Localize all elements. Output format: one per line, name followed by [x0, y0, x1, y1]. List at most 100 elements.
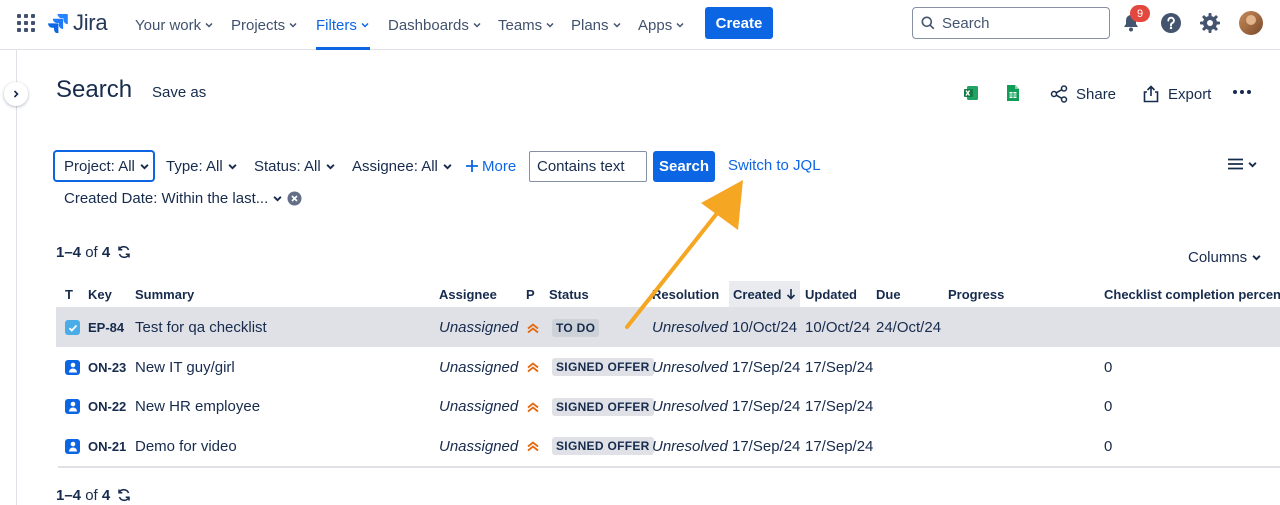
- column-header-status[interactable]: Status: [549, 287, 589, 302]
- chevron-down-icon: [1252, 255, 1261, 261]
- expand-sidebar-button[interactable]: [4, 82, 28, 106]
- nav-projects[interactable]: Projects: [231, 0, 297, 50]
- export-button[interactable]: Export: [1142, 83, 1211, 105]
- table-row[interactable]: ON-23 New IT guy/girl Unassigned SIGNED OFF…: [56, 348, 1280, 387]
- top-navigation: Jira Your work Projects Filters Dashboar…: [0, 0, 1280, 50]
- column-header-type[interactable]: T: [65, 287, 73, 302]
- column-header-assignee[interactable]: Assignee: [439, 287, 497, 302]
- status-cell: SIGNED OFFER: [552, 348, 654, 387]
- assignee-filter[interactable]: Assignee: All: [352, 150, 452, 182]
- nav-plans-label: Plans: [571, 16, 609, 34]
- columns-button[interactable]: Columns: [1188, 249, 1261, 266]
- status-filter-label: Status: All: [254, 157, 321, 175]
- nav-your-work[interactable]: Your work: [135, 0, 213, 50]
- jira-logo-icon: [48, 14, 68, 33]
- issue-key-link[interactable]: ON-22: [88, 387, 126, 426]
- issue-summary-link[interactable]: New HR employee: [135, 387, 260, 426]
- issue-summary-link[interactable]: New IT guy/girl: [135, 348, 235, 387]
- issue-type-cell: [65, 427, 80, 466]
- results-count-top: 1–4 of 4: [56, 243, 131, 261]
- chevron-down-icon: [443, 163, 452, 170]
- assignee-cell: Unassigned: [439, 437, 519, 455]
- notifications-badge: 9: [1130, 5, 1150, 22]
- column-header-checklist[interactable]: Checklist completion percenta: [1104, 287, 1280, 302]
- table-row[interactable]: ON-21 Demo for video Unassigned SIGNED OFFE…: [56, 427, 1280, 466]
- issue-key-link[interactable]: ON-21: [88, 427, 126, 466]
- project-filter[interactable]: Project: All: [53, 150, 155, 182]
- jira-logo-text: Jira: [73, 10, 108, 35]
- chevron-right-icon: [13, 90, 19, 98]
- help-button[interactable]: [1159, 11, 1183, 35]
- created-date-filter[interactable]: Created Date: Within the last...: [64, 189, 302, 207]
- switch-to-jql-link[interactable]: Switch to JQL: [728, 157, 821, 174]
- issue-key-link[interactable]: ON-23: [88, 348, 126, 387]
- export-sheets-button[interactable]: [1003, 83, 1023, 103]
- nav-apps-label: Apps: [638, 16, 673, 34]
- chevron-down-icon: [473, 22, 481, 28]
- help-icon: [1161, 13, 1181, 33]
- chevron-down-icon: [546, 22, 554, 28]
- column-header-key[interactable]: Key: [88, 287, 112, 302]
- nav-dashboards[interactable]: Dashboards: [388, 0, 481, 50]
- priority-cell: [526, 308, 540, 347]
- refresh-icon[interactable]: [117, 488, 131, 502]
- contains-text-placeholder: Contains text: [537, 158, 625, 175]
- results-total: 4: [101, 243, 111, 261]
- sidebar-divider: [16, 50, 17, 505]
- column-header-resolution[interactable]: Resolution: [652, 287, 719, 302]
- app-switcher-icon[interactable]: [17, 14, 35, 32]
- view-switcher[interactable]: [1228, 158, 1257, 170]
- clear-filter-icon[interactable]: [287, 191, 302, 206]
- resolution-cell: Unresolved: [652, 437, 728, 455]
- share-button[interactable]: Share: [1050, 83, 1116, 105]
- export-excel-button[interactable]: [961, 83, 981, 103]
- type-filter[interactable]: Type: All: [166, 150, 237, 182]
- user-avatar[interactable]: [1239, 11, 1263, 35]
- export-label: Export: [1168, 85, 1212, 103]
- status-filter[interactable]: Status: All: [254, 150, 335, 182]
- column-header-updated[interactable]: Updated: [805, 287, 857, 302]
- save-as-button[interactable]: Save as: [152, 84, 206, 101]
- column-header-due[interactable]: Due: [876, 287, 901, 302]
- global-search-input[interactable]: Search: [912, 7, 1110, 39]
- assignee-cell: Unassigned: [439, 358, 519, 376]
- contains-text-input[interactable]: Contains text: [529, 151, 647, 182]
- plus-icon: [466, 160, 478, 172]
- more-actions-icon[interactable]: [1233, 90, 1251, 94]
- person-icon: [65, 399, 80, 414]
- column-header-summary[interactable]: Summary: [135, 287, 194, 302]
- status-cell: SIGNED OFFER: [552, 427, 654, 466]
- create-button[interactable]: Create: [705, 7, 773, 39]
- nav-apps[interactable]: Apps: [638, 0, 684, 50]
- due-cell: 24/Oct/24: [876, 319, 942, 336]
- updated-cell: 17/Sep/24: [805, 358, 874, 376]
- status-lozenge: TO DO: [552, 318, 600, 337]
- nav-filters[interactable]: Filters: [316, 0, 370, 50]
- column-header-created-label: Created: [733, 286, 782, 302]
- issue-type-cell: [65, 348, 80, 387]
- issue-summary-link[interactable]: Demo for video: [135, 427, 237, 466]
- issue-summary-link[interactable]: Test for qa checklist: [135, 308, 267, 347]
- settings-button[interactable]: [1198, 11, 1222, 35]
- google-sheets-icon: [1007, 85, 1019, 101]
- status-lozenge: SIGNED OFFER: [552, 358, 654, 376]
- nav-your-work-label: Your work: [135, 16, 202, 34]
- column-header-priority[interactable]: P: [526, 287, 535, 302]
- nav-projects-label: Projects: [231, 16, 286, 34]
- nav-teams[interactable]: Teams: [498, 0, 554, 50]
- results-range: 1–4: [56, 486, 82, 504]
- table-row[interactable]: EP-84 Test for qa checklist Unassigned TO D…: [56, 308, 1280, 347]
- share-icon: [1050, 85, 1068, 103]
- more-filters-button[interactable]: More: [465, 150, 516, 182]
- nav-plans[interactable]: Plans: [571, 0, 621, 50]
- chevron-down-icon: [326, 163, 335, 170]
- table-row[interactable]: ON-22 New HR employee Unassigned SIGNED OFF…: [56, 387, 1280, 426]
- column-header-created[interactable]: Created: [729, 281, 801, 307]
- status-lozenge: SIGNED OFFER: [552, 437, 654, 455]
- priority-highest-icon: [527, 401, 539, 412]
- search-button[interactable]: Search: [653, 151, 715, 182]
- issue-key-link[interactable]: EP-84: [88, 308, 124, 347]
- jira-logo[interactable]: Jira: [48, 10, 108, 35]
- refresh-icon[interactable]: [117, 245, 131, 259]
- column-header-progress[interactable]: Progress: [948, 287, 1004, 302]
